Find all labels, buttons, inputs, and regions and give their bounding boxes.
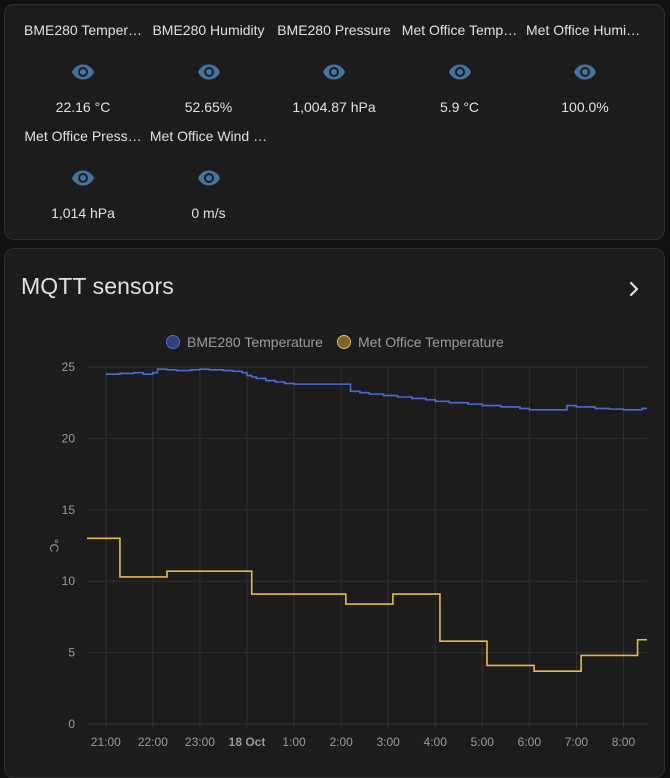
y-tick-label: 15 [62, 503, 76, 517]
entity-state: 5.9 °C [439, 99, 480, 115]
x-tick-label: 8:00 [612, 735, 636, 749]
glance-entity[interactable]: Met Office Press… 1,014 hPa [20, 111, 146, 221]
y-tick-label: 20 [62, 431, 76, 445]
y-axis-label: °C [47, 539, 61, 553]
x-tick-label: 22:00 [138, 735, 168, 749]
entity-state: 1,004.87 hPa [292, 99, 376, 115]
entity-name: BME280 Humidity [152, 22, 265, 38]
entity-state: 0 m/s [191, 205, 226, 221]
entity-name: Met Office Humid… [526, 22, 648, 38]
glance-entity[interactable]: BME280 Temper… 22.16 °C [20, 5, 146, 115]
x-tick-label: 23:00 [185, 735, 215, 749]
x-tick-label: 6:00 [518, 735, 542, 749]
eye-icon [573, 60, 597, 84]
glance-card: BME280 Temper… 22.16 °C BME280 Humidity 52.… [4, 4, 665, 240]
x-tick-label: 3:00 [376, 735, 400, 749]
entity-state: 1,014 hPa [51, 205, 115, 221]
x-tick-label: 5:00 [471, 735, 495, 749]
eye-icon [71, 166, 95, 190]
eye-icon [197, 166, 221, 190]
series-line-met-office-temperature [87, 537, 647, 672]
series-line-bme280-temperature [105, 368, 647, 411]
entity-name: Met Office Temp… [401, 22, 518, 38]
y-tick-label: 0 [68, 717, 75, 731]
glance-entity[interactable]: Met Office Temp… 5.9 °C [397, 5, 523, 115]
glance-entity[interactable]: BME280 Humidity 52.65% [146, 5, 272, 115]
entity-name: Met Office Press… [24, 128, 142, 144]
glance-entity[interactable]: Met Office Humid… 100.0% [522, 5, 648, 115]
y-tick-label: 5 [68, 646, 75, 660]
history-graph-card: MQTT sensors BME280 Temperature Met Offi… [4, 248, 665, 778]
glance-entity[interactable]: BME280 Pressure 1,004.87 hPa [271, 5, 397, 115]
eye-icon [197, 60, 221, 84]
y-tick-label: 25 [62, 360, 76, 374]
x-tick-label: 1:00 [282, 735, 306, 749]
entity-name: BME280 Temper… [24, 22, 143, 38]
x-tick-label: 2:00 [329, 735, 353, 749]
eye-icon [71, 60, 95, 84]
x-tick-label: 4:00 [424, 735, 448, 749]
temperature-chart[interactable]: 0 5 10 15 20 25 21:00 22:00 23:00 18 Oct 1:00 2:00 3… [5, 249, 665, 778]
y-tick-label: 10 [62, 574, 76, 588]
eye-icon [448, 60, 472, 84]
x-tick-label: 18 Oct [229, 735, 266, 749]
glance-entity[interactable]: Met Office Wind … 0 m/s [146, 111, 272, 221]
eye-icon [322, 60, 346, 84]
entity-state: 100.0% [561, 99, 609, 115]
x-tick-label: 21:00 [91, 735, 121, 749]
x-tick-label: 7:00 [565, 735, 589, 749]
entity-name: BME280 Pressure [277, 22, 391, 38]
entity-name: Met Office Wind … [149, 128, 268, 144]
